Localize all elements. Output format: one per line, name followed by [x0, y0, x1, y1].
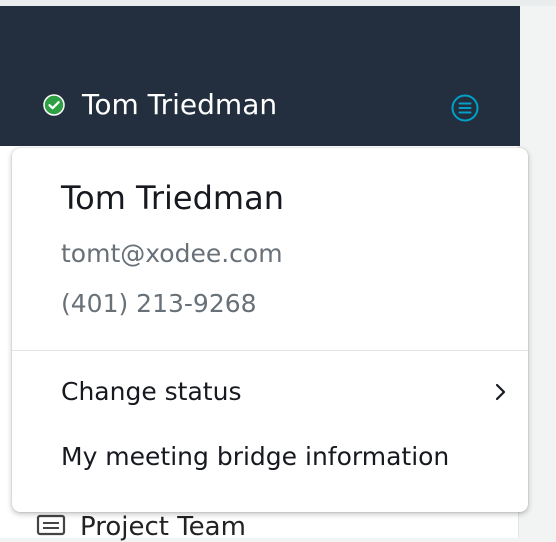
menu-circle-icon[interactable] — [451, 94, 479, 122]
user-menu-dropdown: Tom Triedman tomt@xodee.com (401) 213-92… — [12, 148, 528, 512]
top-header — [0, 0, 520, 146]
top-strip — [0, 0, 556, 6]
dropdown-user-phone: (401) 213-9268 — [61, 289, 257, 318]
menu-item-label: My meeting bridge information — [61, 442, 450, 471]
menu-item-change-status[interactable]: Change status — [12, 364, 528, 420]
chevron-right-icon — [495, 383, 506, 401]
dropdown-divider — [12, 350, 528, 351]
header-user-name[interactable]: Tom Triedman — [82, 87, 277, 123]
dropdown-user-email: tomt@xodee.com — [61, 239, 283, 268]
dropdown-user-name: Tom Triedman — [61, 179, 284, 217]
menu-item-meeting-bridge[interactable]: My meeting bridge information — [12, 429, 528, 485]
check-circle-icon — [43, 94, 65, 116]
chat-room-icon — [36, 514, 66, 536]
header-right-gap — [520, 6, 556, 146]
menu-item-label: Change status — [61, 377, 242, 406]
